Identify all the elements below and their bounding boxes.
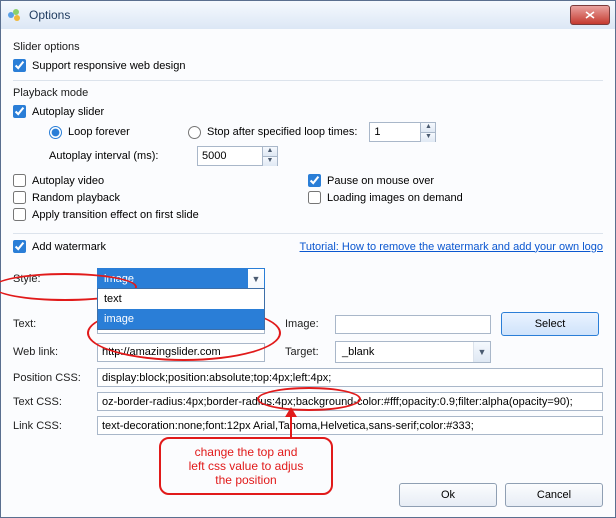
options-window: Options Slider options Support responsiv… (0, 0, 616, 518)
link-css-label: Link CSS: (13, 420, 97, 432)
interval-spinner[interactable]: ▲▼ (197, 146, 278, 166)
spinner-up-icon[interactable]: ▲ (263, 147, 277, 156)
text-css-input[interactable] (97, 392, 603, 411)
annotation-line2: left css value to adjus (171, 459, 321, 473)
add-watermark-checkbox[interactable] (13, 240, 26, 253)
close-icon (585, 11, 595, 19)
target-select[interactable]: _blank ▼ (335, 341, 491, 363)
loop-times-input[interactable] (370, 124, 420, 140)
loop-forever-label: Loop forever (68, 126, 178, 138)
style-option-text[interactable]: text (98, 289, 264, 309)
weblink-label: Web link: (13, 346, 97, 358)
chevron-down-icon: ▼ (473, 342, 490, 362)
random-playback-label: Random playback (32, 192, 120, 204)
chevron-down-icon: ▼ (248, 274, 264, 284)
apply-transition-label: Apply transition effect on first slide (32, 209, 199, 221)
dialog-body: Slider options Support responsive web de… (1, 29, 615, 517)
style-select[interactable]: image ▼ text image (97, 268, 265, 290)
style-label: Style: (13, 273, 97, 285)
style-option-image[interactable]: image (98, 309, 264, 329)
stop-after-radio[interactable] (188, 126, 201, 139)
target-value: _blank (342, 346, 374, 358)
annotation-callout: change the top and left css value to adj… (159, 437, 333, 495)
image-label: Image: (285, 318, 335, 330)
style-selected: image (98, 269, 248, 289)
autoplay-slider-label: Autoplay slider (32, 106, 104, 118)
playback-mode-heading: Playback mode (13, 87, 603, 99)
loop-times-spinner[interactable]: ▲▼ (369, 122, 436, 142)
stop-after-label: Stop after specified loop times: (207, 126, 357, 138)
spinner-up-icon[interactable]: ▲ (421, 123, 435, 132)
text-label: Text: (13, 318, 97, 330)
responsive-label: Support responsive web design (32, 60, 185, 72)
interval-input[interactable] (198, 148, 262, 164)
link-css-input[interactable] (97, 416, 603, 435)
autoplay-slider-checkbox[interactable] (13, 105, 26, 118)
responsive-checkbox[interactable] (13, 59, 26, 72)
titlebar: Options (1, 1, 615, 30)
weblink-input[interactable] (97, 343, 265, 362)
spinner-down-icon[interactable]: ▼ (263, 156, 277, 166)
autoplay-video-label: Autoplay video (32, 175, 104, 187)
ok-button[interactable]: Ok (399, 483, 497, 507)
text-css-label: Text CSS: (13, 396, 97, 408)
loop-forever-radio[interactable] (49, 126, 62, 139)
pause-mouseover-checkbox[interactable] (308, 174, 321, 187)
window-title: Options (29, 8, 70, 22)
target-label: Target: (285, 346, 335, 358)
loading-demand-label: Loading images on demand (327, 192, 463, 204)
position-css-label: Position CSS: (13, 372, 97, 384)
watermark-image-input[interactable] (335, 315, 491, 334)
cancel-button[interactable]: Cancel (505, 483, 603, 507)
dialog-footer: Ok Cancel (399, 483, 603, 507)
loading-demand-checkbox[interactable] (308, 191, 321, 204)
position-css-input[interactable] (97, 368, 603, 387)
interval-label: Autoplay interval (ms): (49, 150, 197, 162)
spinner-down-icon[interactable]: ▼ (421, 132, 435, 142)
style-dropdown: text image (97, 288, 265, 330)
app-icon (7, 7, 23, 23)
autoplay-video-checkbox[interactable] (13, 174, 26, 187)
slider-options-heading: Slider options (13, 41, 603, 53)
select-image-button[interactable]: Select (501, 312, 599, 336)
annotation-line3: the position (171, 473, 321, 487)
pause-mouseover-label: Pause on mouse over (327, 175, 434, 187)
tutorial-link[interactable]: Tutorial: How to remove the watermark an… (300, 241, 603, 253)
annotation-line1: change the top and (171, 445, 321, 459)
apply-transition-checkbox[interactable] (13, 208, 26, 221)
add-watermark-label: Add watermark (32, 241, 106, 253)
random-playback-checkbox[interactable] (13, 191, 26, 204)
close-button[interactable] (570, 5, 610, 25)
